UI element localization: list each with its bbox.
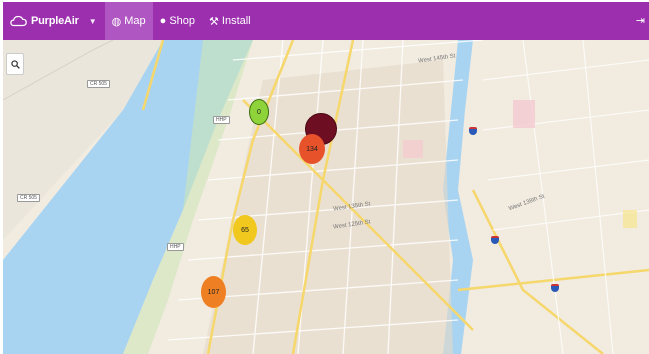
sensor-marker-value: 65 xyxy=(241,226,249,234)
location-pin-icon: ● xyxy=(159,15,167,27)
road-shield-cr505: CR 505 xyxy=(17,194,40,202)
road-shield-cr505: CR 505 xyxy=(87,80,110,88)
map-search-button[interactable] xyxy=(6,53,24,75)
chevron-down-icon[interactable]: ▼ xyxy=(89,17,97,26)
nav-install-label: Install xyxy=(221,15,251,27)
interstate-shield-icon xyxy=(491,236,499,244)
nav-map-label: Map xyxy=(124,15,146,27)
sensor-marker[interactable]: 0 xyxy=(249,99,269,125)
wrench-icon: ⚒ xyxy=(209,15,219,28)
air-quality-map[interactable]: CR 505 CR 505 HHP HHP West 125th St West… xyxy=(3,40,649,354)
road-shield-hhp: HHP xyxy=(213,116,230,124)
sensor-marker-value: 134 xyxy=(306,145,318,153)
sign-in-icon[interactable]: ⇥ xyxy=(636,14,645,27)
brand-logo[interactable]: PurpleAir xyxy=(10,2,79,40)
sensor-marker[interactable]: 107 xyxy=(201,276,226,308)
search-icon xyxy=(10,59,20,69)
brand-name: PurpleAir xyxy=(31,15,79,27)
sensor-marker-value: 0 xyxy=(257,108,261,116)
road-shield-hhp: HHP xyxy=(167,243,184,251)
top-navbar: PurpleAir ▼ ◍ Map ● Shop ⚒ Install ⇥ xyxy=(3,2,649,40)
sensor-marker[interactable]: 134 xyxy=(299,134,325,164)
nav-shop-label: Shop xyxy=(169,15,196,27)
globe-icon: ◍ xyxy=(111,15,122,28)
nav-install[interactable]: ⚒ Install xyxy=(202,2,258,40)
sensor-marker[interactable]: 65 xyxy=(233,215,257,245)
nav-map[interactable]: ◍ Map xyxy=(104,2,153,40)
cloud-icon xyxy=(10,15,27,27)
nav-shop[interactable]: ● Shop xyxy=(153,2,202,40)
interstate-shield-icon xyxy=(551,284,559,292)
sensor-marker-value: 107 xyxy=(207,288,220,296)
interstate-shield-icon xyxy=(469,127,477,135)
